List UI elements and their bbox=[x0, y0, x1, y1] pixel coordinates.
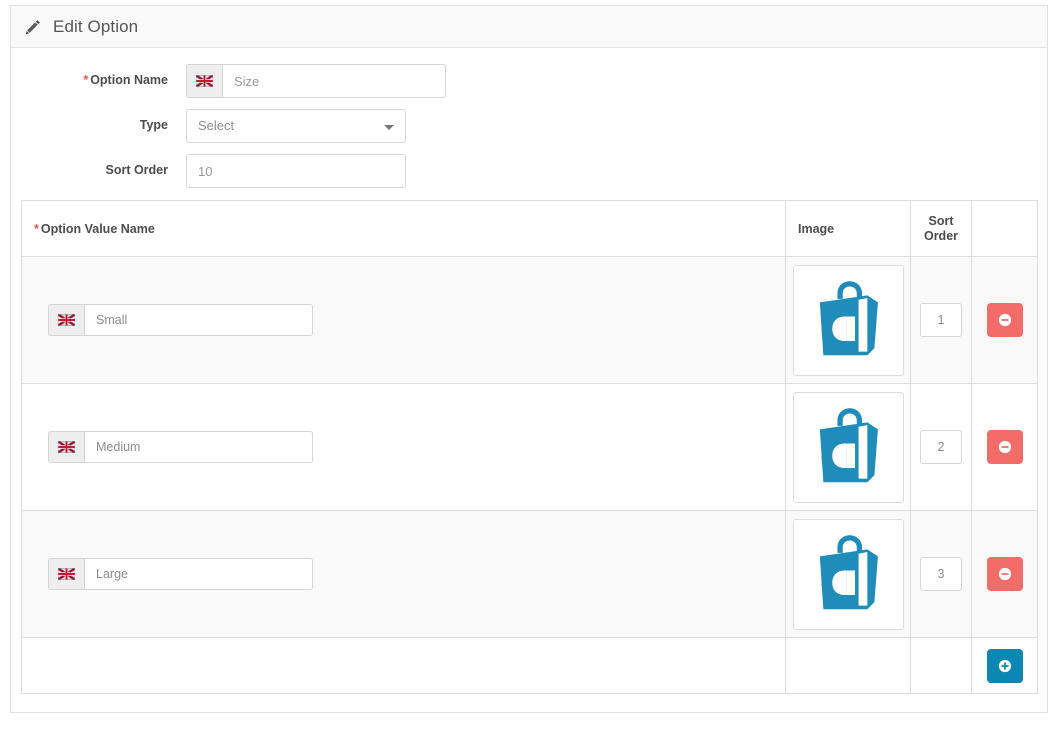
cell-option-value-name bbox=[21, 510, 786, 638]
required-asterisk: * bbox=[34, 221, 39, 236]
uk-flag-icon bbox=[48, 431, 84, 463]
header-actions bbox=[971, 200, 1038, 257]
footer-cell-image bbox=[785, 637, 911, 694]
header-option-value-name: * Option Value Name bbox=[21, 200, 786, 257]
remove-row-button[interactable] bbox=[986, 430, 1023, 464]
cell-option-value-name bbox=[21, 383, 786, 511]
remove-row-button[interactable] bbox=[986, 303, 1023, 337]
header-option-value-name-text: Option Value Name bbox=[40, 221, 155, 236]
table-head: * Option Value Name Image Sort Order bbox=[21, 200, 1038, 257]
cell-sort-order: 1 bbox=[910, 256, 972, 384]
table-row: 1 bbox=[21, 256, 1038, 384]
option-name-label: * Option Name bbox=[11, 64, 186, 96]
row-sort-order-input[interactable]: 2 bbox=[920, 430, 962, 464]
uk-flag-icon bbox=[186, 64, 222, 98]
header-image: Image bbox=[785, 200, 911, 257]
footer-cell-sort bbox=[910, 637, 972, 694]
required-asterisk: * bbox=[83, 73, 89, 87]
table-row: 3 bbox=[21, 510, 1038, 638]
header-sort-order: Sort Order bbox=[910, 200, 972, 257]
cell-image bbox=[785, 510, 911, 638]
option-value-name-input[interactable] bbox=[84, 431, 313, 463]
plus-circle-icon bbox=[998, 659, 1011, 672]
cell-actions bbox=[971, 510, 1038, 638]
type-select-value: Select bbox=[198, 118, 235, 133]
type-label: Type bbox=[139, 118, 168, 132]
minus-circle-icon bbox=[998, 440, 1011, 454]
minus-circle-icon bbox=[998, 313, 1011, 327]
sort-order-label: Sort Order bbox=[105, 163, 168, 177]
option-value-name-input[interactable] bbox=[84, 304, 313, 336]
form-row-type: Type Select bbox=[11, 109, 1047, 143]
table-header-row: * Option Value Name Image Sort Order bbox=[21, 200, 1038, 257]
option-value-name-input[interactable] bbox=[84, 558, 313, 590]
footer-cell-name bbox=[21, 637, 786, 694]
uk-flag-icon bbox=[48, 304, 84, 336]
table-row: 2 bbox=[21, 383, 1038, 511]
option-values-table: * Option Value Name Image Sort Order Sma… bbox=[21, 200, 1038, 694]
option-name-label-text: Option Name bbox=[90, 73, 168, 87]
panel-heading: Edit Option bbox=[11, 6, 1047, 48]
type-select[interactable]: Select bbox=[186, 109, 406, 143]
option-value-input-group bbox=[48, 304, 313, 336]
cell-sort-order: 2 bbox=[910, 383, 972, 511]
option-name-input-group bbox=[186, 64, 446, 98]
cell-option-value-name bbox=[21, 256, 786, 384]
cell-image bbox=[785, 256, 911, 384]
option-value-image-thumb[interactable] bbox=[792, 391, 904, 503]
minus-circle-icon bbox=[998, 567, 1011, 581]
cell-actions bbox=[971, 383, 1038, 511]
option-form: * Option Name Size Type Select Sort Orde… bbox=[11, 48, 1047, 188]
cell-image bbox=[785, 383, 911, 511]
table-body: 1 bbox=[21, 256, 1038, 694]
option-value-input-group bbox=[48, 431, 313, 463]
row-sort-order-input[interactable]: 3 bbox=[920, 557, 962, 591]
form-row-option-name: * Option Name bbox=[11, 64, 1047, 98]
cell-actions bbox=[971, 256, 1038, 384]
remove-row-button[interactable] bbox=[986, 557, 1023, 591]
option-value-image-thumb[interactable] bbox=[792, 518, 904, 630]
option-value-image-thumb[interactable] bbox=[792, 264, 904, 376]
form-row-sort-order: Sort Order bbox=[11, 154, 1047, 188]
edit-option-card: Edit Option * Option Name Size Type Sele… bbox=[10, 5, 1048, 713]
table-footer-row bbox=[21, 637, 1038, 694]
row-sort-order-input[interactable]: 1 bbox=[920, 303, 962, 337]
chevron-down-icon bbox=[384, 125, 394, 130]
footer-cell-actions bbox=[971, 637, 1038, 694]
option-name-input[interactable] bbox=[222, 64, 446, 98]
pencil-icon bbox=[25, 19, 41, 35]
header-sort-order-line1: Sort bbox=[928, 213, 954, 228]
option-value-input-group bbox=[48, 558, 313, 590]
sort-order-input[interactable] bbox=[186, 154, 406, 188]
add-row-button[interactable] bbox=[986, 648, 1023, 683]
cell-sort-order: 3 bbox=[910, 510, 972, 638]
uk-flag-icon bbox=[48, 558, 84, 590]
header-sort-order-line2: Order bbox=[923, 228, 959, 243]
page-title: Edit Option bbox=[53, 16, 139, 36]
